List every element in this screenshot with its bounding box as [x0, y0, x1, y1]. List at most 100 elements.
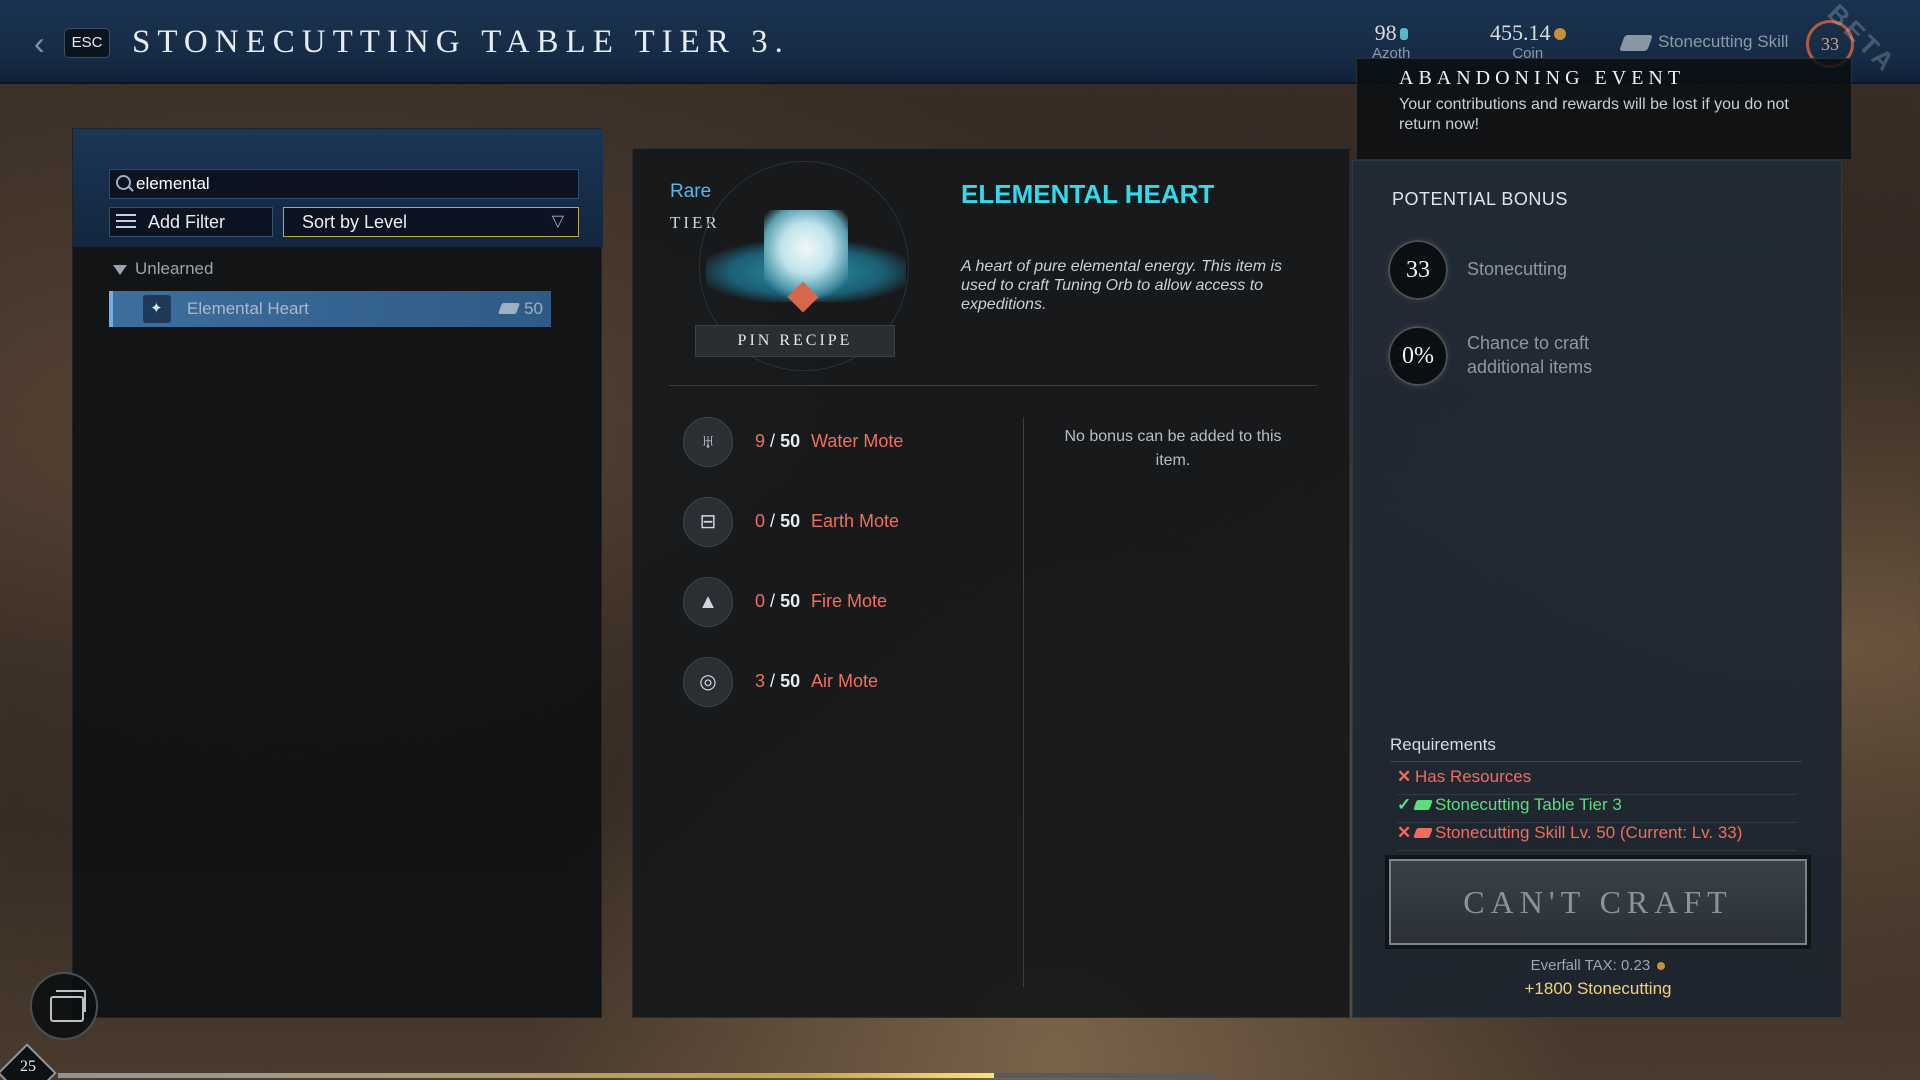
ingredient-name: Air Mote — [811, 671, 879, 691]
ingredient-name: Fire Mote — [811, 591, 888, 611]
coin-icon — [1553, 28, 1566, 40]
recipe-list-panel: Add Filter Sort by Level ▽ Unlearned Ele… — [72, 128, 603, 1018]
stonecutting-icon — [1619, 34, 1653, 51]
ingredient-count: 3 / 50 — [755, 671, 800, 692]
filter-header: Add Filter Sort by Level ▽ — [73, 129, 603, 247]
skill-bonus-row: 33 Stonecutting — [1385, 237, 1805, 307]
need-count: 50 — [780, 431, 801, 451]
event-title: ABANDONING EVENT — [1399, 67, 1686, 89]
skill-indicator: Stonecutting Skill — [1619, 32, 1788, 52]
skill-bonus-label: Stonecutting — [1467, 259, 1568, 279]
no-bonus-message: No bonus can be added to this item. — [1064, 428, 1282, 469]
chevron-left-icon[interactable]: ‹ — [34, 27, 56, 59]
chance-badge: 0% — [1385, 323, 1451, 389]
azoth-icon — [1399, 28, 1408, 40]
ingredient-row[interactable]: ⊟ 0 / 50 Earth Mote — [683, 497, 1003, 547]
potential-bonus-title: POTENTIAL BONUS — [1392, 189, 1568, 209]
craft-button[interactable]: CAN'T CRAFT — [1385, 855, 1811, 949]
abandoning-event-notice: ABANDONING EVENT Your contributions and … — [1356, 58, 1852, 160]
section-label: Unlearned — [135, 259, 214, 278]
event-text: Your contributions and rewards will be l… — [1399, 96, 1789, 133]
need-count: 50 — [780, 511, 801, 531]
chance-label: Chance to craft additional items — [1467, 333, 1593, 377]
item-description: A heart of pure elemental energy. This i… — [961, 258, 1283, 313]
list-item-level-value: 50 — [524, 299, 543, 318]
azoth-currency: 98 Azoth — [1372, 20, 1410, 62]
coin-currency: 455.14 Coin — [1490, 20, 1566, 62]
x-icon: ✕ — [1397, 767, 1412, 786]
coin-value: 455.14 — [1490, 20, 1551, 45]
skill-level-badge: 33 — [1385, 237, 1451, 303]
requirement-item: ✕ Stonecutting Skill Lv. 50 (Current: Lv.… — [1397, 823, 1797, 851]
search-box[interactable] — [109, 169, 579, 199]
sort-label: Sort by Level — [302, 212, 408, 232]
tax-label: Everfall TAX: 0.23 — [1530, 957, 1651, 974]
earth-mote-icon: ⊟ — [683, 497, 733, 547]
xp-reward: +1800 Stonecutting — [1524, 979, 1672, 998]
divider — [669, 385, 1317, 386]
need-count: 50 — [780, 591, 801, 611]
item-name: ELEMENTAL HEART — [961, 179, 1215, 209]
requirement-text: Has Resources — [1415, 767, 1532, 786]
separator: / — [770, 431, 776, 451]
page-title: STONECUTTING TABLE TIER 3. — [132, 24, 790, 60]
fire-mote-icon: ▲ — [683, 577, 733, 627]
have-count: 0 — [755, 511, 766, 531]
add-filter-button[interactable]: Add Filter — [109, 207, 273, 237]
ingredient-count: 9 / 50 — [755, 431, 800, 452]
requirement-item: ✕ Has Resources — [1397, 767, 1797, 795]
filter-icon — [116, 214, 136, 230]
list-item-name: Elemental Heart — [187, 299, 309, 318]
list-item-level: 50 — [498, 299, 543, 319]
requirement-item: ✓ Stonecutting Table Tier 3 — [1397, 795, 1797, 823]
need-count: 50 — [780, 671, 801, 691]
ingredient-count: 0 / 50 — [755, 511, 800, 532]
crafting-table-icon — [1413, 800, 1433, 810]
sort-dropdown[interactable]: Sort by Level ▽ — [283, 207, 579, 237]
elemental-heart-icon — [143, 295, 171, 323]
ingredient-row[interactable]: ♅ 9 / 50 Water Mote — [683, 417, 1003, 467]
x-icon: ✕ — [1397, 823, 1412, 842]
list-item[interactable]: Elemental Heart 50 — [109, 291, 551, 327]
separator: / — [770, 671, 776, 691]
have-count: 9 — [755, 431, 766, 451]
unlearned-section-header[interactable]: Unlearned — [113, 259, 213, 279]
pin-recipe-button[interactable]: PIN RECIPE — [695, 325, 895, 357]
search-input[interactable] — [136, 172, 566, 196]
check-icon: ✓ — [1397, 795, 1412, 814]
xp-progress-fill — [58, 1073, 995, 1078]
ingredient-count: 0 / 50 — [755, 591, 800, 612]
ingredient-name: Water Mote — [811, 431, 904, 451]
chevron-down-icon: ▽ — [551, 213, 564, 230]
bonus-panel: POTENTIAL BONUS 33 Stonecutting 0% Chanc… — [1352, 160, 1842, 1018]
air-mote-icon: ◎ — [683, 657, 733, 707]
ingredient-row[interactable]: ◎ 3 / 50 Air Mote — [683, 657, 1003, 707]
requirement-text: Stonecutting Skill Lv. 50 (Current: Lv. … — [1435, 823, 1743, 842]
ingredient-row[interactable]: ▲ 0 / 50 Fire Mote — [683, 577, 1003, 627]
chat-button[interactable] — [30, 972, 98, 1040]
esc-button[interactable]: ESC — [64, 28, 110, 58]
have-count: 3 — [755, 671, 766, 691]
requirements-title: Requirements — [1390, 735, 1496, 754]
stonecutting-icon — [1413, 828, 1433, 838]
player-level: 25 — [20, 1058, 36, 1075]
have-count: 0 — [755, 591, 766, 611]
divider — [1390, 761, 1802, 762]
water-mote-icon: ♅ — [683, 417, 733, 467]
separator: / — [770, 511, 776, 531]
divider — [1023, 417, 1024, 987]
xp-progress-bar — [58, 1073, 1214, 1078]
rarity-label: Rare — [670, 181, 712, 202]
recipe-detail-panel: Rare TIER PIN RECIPE ELEMENTAL HEART A h… — [632, 148, 1350, 1018]
add-filter-label: Add Filter — [148, 212, 226, 232]
chance-bonus-row: 0% Chance to craft additional items — [1385, 323, 1805, 393]
separator: / — [770, 591, 776, 611]
collapse-icon — [113, 264, 127, 275]
coin-icon — [1657, 962, 1666, 970]
requirement-text: Stonecutting Table Tier 3 — [1435, 795, 1622, 814]
azoth-value: 98 — [1374, 20, 1397, 45]
tax-info: Everfall TAX: 0.23 — [1353, 957, 1843, 974]
search-icon — [116, 175, 131, 190]
ingredient-name: Earth Mote — [811, 511, 900, 531]
stonecutting-icon — [498, 303, 521, 314]
